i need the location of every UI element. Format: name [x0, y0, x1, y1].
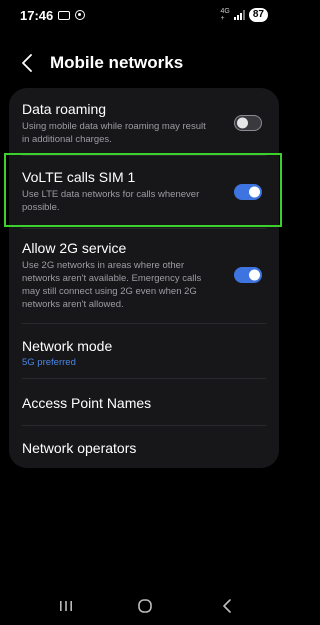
network-mode-title: Network mode — [22, 338, 113, 354]
battery-icon: 87 — [248, 8, 268, 22]
signal-icon — [233, 10, 245, 20]
access-point-names-row[interactable]: Access Point Names — [22, 394, 266, 412]
allow-2g-row[interactable]: Allow 2G service Use 2G networks in area… — [22, 239, 266, 311]
allow-2g-description: Use 2G networks in areas where other net… — [22, 260, 202, 310]
status-bar: 17:46 4G + 87 — [0, 0, 288, 30]
divider — [22, 228, 266, 229]
highlight-box — [4, 153, 282, 227]
toggle-knob — [248, 269, 260, 281]
status-right: 4G + 87 — [221, 8, 268, 22]
network-operators-title: Network operators — [22, 440, 137, 456]
data-roaming-title: Data roaming — [22, 101, 107, 117]
allow-2g-title: Allow 2G service — [22, 240, 127, 256]
network-operators-row[interactable]: Network operators — [22, 439, 266, 457]
data-roaming-row[interactable]: Data roaming Using mobile data while roa… — [22, 100, 266, 146]
data-roaming-toggle[interactable] — [234, 115, 262, 131]
settings-card: Data roaming Using mobile data while roa… — [9, 88, 279, 468]
toggle-knob — [236, 117, 248, 129]
back-chevron-icon[interactable] — [18, 51, 36, 75]
page-title: Mobile networks — [50, 53, 184, 72]
status-left: 17:46 — [20, 7, 86, 23]
status-time: 17:46 — [20, 7, 54, 23]
allow-2g-toggle[interactable] — [234, 267, 262, 283]
divider — [22, 425, 266, 426]
divider — [22, 323, 266, 324]
notification-icon — [75, 10, 86, 20]
recent-apps-icon[interactable] — [51, 592, 81, 620]
network-type-bottom: + — [220, 15, 225, 22]
data-roaming-description: Using mobile data while roaming may resu… — [22, 121, 206, 145]
header: Mobile networks — [18, 48, 183, 78]
divider — [22, 378, 266, 379]
network-mode-value: 5G preferred — [22, 357, 76, 368]
network-type-icon: 4G + — [221, 8, 230, 22]
message-icon — [58, 10, 71, 20]
access-point-names-title: Access Point Names — [22, 395, 152, 411]
network-mode-row[interactable]: Network mode 5G preferred — [22, 337, 266, 369]
nav-back-icon[interactable] — [212, 592, 242, 620]
network-type-top: 4G — [220, 8, 230, 15]
home-icon[interactable] — [130, 592, 160, 620]
navigation-bar — [0, 592, 288, 620]
